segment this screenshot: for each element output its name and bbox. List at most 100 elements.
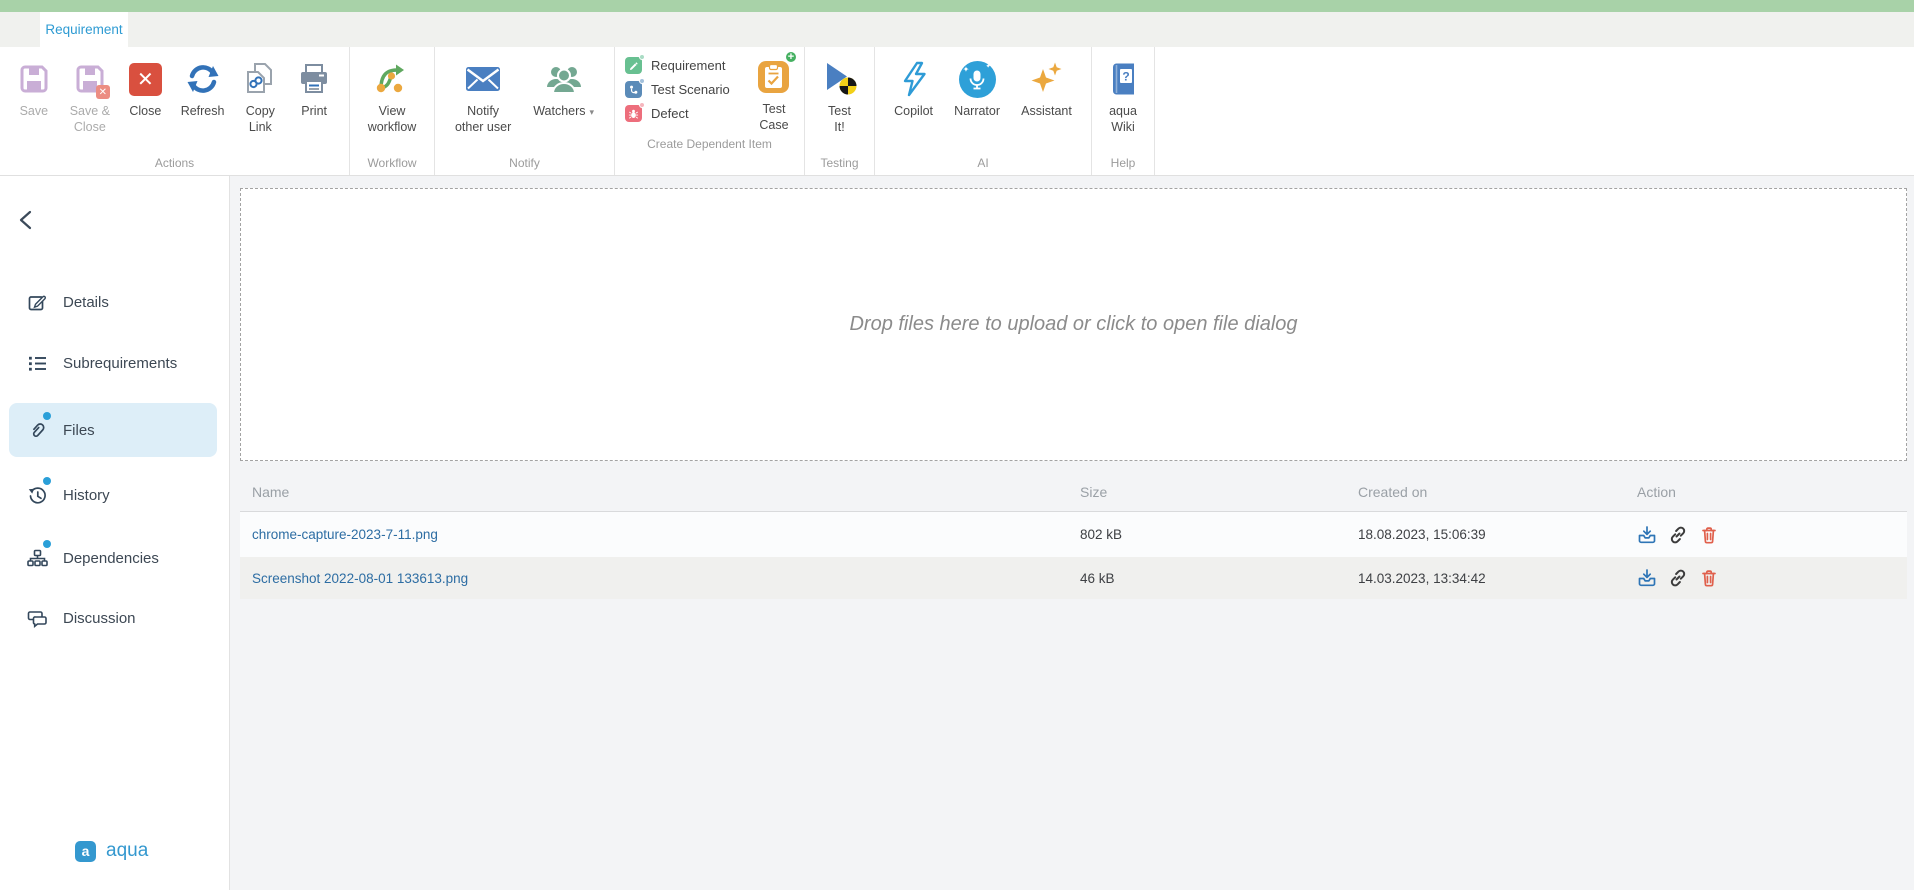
close-badge-icon: ✕ xyxy=(96,85,110,99)
notify-other-user-label: Notify other user xyxy=(455,104,511,135)
wiki-book-icon: ? xyxy=(1107,56,1139,102)
sidebar-item-files[interactable]: Files xyxy=(0,403,230,457)
aqua-logo-icon: a xyxy=(75,841,96,862)
ribbon-group-notify: Notify other user Watchers▾ Notify xyxy=(435,47,615,175)
file-size: 802 kB xyxy=(1080,527,1358,542)
sidebar-item-dependencies[interactable]: Dependencies xyxy=(0,531,230,585)
notification-dot xyxy=(43,412,51,420)
aqua-logo: a aqua xyxy=(75,840,148,862)
test-it-label: Test It! xyxy=(828,104,851,135)
watchers-icon xyxy=(543,56,585,102)
collapse-sidebar-button[interactable] xyxy=(16,208,42,234)
column-header-action: Action xyxy=(1637,484,1907,500)
copy-link-icon[interactable] xyxy=(1668,525,1688,545)
sidebar-item-details[interactable]: Details xyxy=(0,275,230,329)
ribbon-group-label-workflow: Workflow xyxy=(350,153,434,175)
test-scenario-icon xyxy=(625,81,642,98)
table-row: Screenshot 2022-08-01 133613.png 46 kB 1… xyxy=(240,557,1907,599)
column-header-size: Size xyxy=(1080,484,1358,500)
close-icon: ✕ xyxy=(129,56,162,102)
copy-link-label: Copy Link xyxy=(246,104,275,135)
save-and-close-icon: ✕ xyxy=(73,56,107,102)
test-it-button[interactable]: Test It! xyxy=(817,55,863,136)
file-created-on: 18.08.2023, 15:06:39 xyxy=(1358,527,1637,542)
aqua-logo-text: aqua xyxy=(106,840,148,862)
close-button[interactable]: ✕ Close xyxy=(127,55,164,121)
file-size: 46 kB xyxy=(1080,571,1358,586)
ribbon-group-workflow: View workflow Workflow xyxy=(350,47,435,175)
notification-dot xyxy=(43,477,51,485)
file-dropzone[interactable]: Drop files here to upload or click to op… xyxy=(240,188,1907,461)
save-button[interactable]: Save xyxy=(15,55,53,121)
copy-link-icon[interactable] xyxy=(1668,568,1688,588)
sparkles-icon xyxy=(1029,56,1065,102)
tab-bar: Requirement xyxy=(0,12,1914,47)
ribbon-group-testing: Test It! Testing xyxy=(805,47,875,175)
sidebar-item-label: Dependencies xyxy=(63,550,159,567)
refresh-button[interactable]: Refresh xyxy=(179,55,227,121)
create-test-scenario-button[interactable]: Test Scenario xyxy=(625,81,753,98)
sidebar: Details Subrequirements Files History xyxy=(0,176,230,890)
create-requirement-label: Requirement xyxy=(651,58,725,73)
file-link[interactable]: Screenshot 2022-08-01 133613.png xyxy=(252,571,1080,586)
sidebar-item-label: Files xyxy=(63,422,95,439)
sidebar-item-label: History xyxy=(63,487,110,504)
view-workflow-button[interactable]: View workflow xyxy=(366,55,419,136)
create-test-case-button[interactable]: + Test Case xyxy=(753,53,795,134)
aqua-wiki-button[interactable]: ? aqua Wiki xyxy=(1105,55,1141,136)
delete-icon[interactable] xyxy=(1699,525,1719,545)
download-icon[interactable] xyxy=(1637,568,1657,588)
copilot-label: Copilot xyxy=(894,104,933,120)
requirement-icon xyxy=(625,57,642,74)
sidebar-item-subrequirements[interactable]: Subrequirements xyxy=(0,336,230,390)
notify-other-user-button[interactable]: Notify other user xyxy=(453,55,513,136)
list-icon xyxy=(27,353,48,374)
print-icon xyxy=(296,56,332,102)
save-icon xyxy=(17,56,51,102)
save-label: Save xyxy=(20,104,49,120)
lightning-bolt-icon xyxy=(899,56,929,102)
org-chart-icon xyxy=(27,548,48,569)
app-window: Requirement Save ✕ Save & Close xyxy=(0,0,1914,890)
ribbon-group-actions: Save ✕ Save & Close ✕ Close xyxy=(0,47,350,175)
delete-icon[interactable] xyxy=(1699,568,1719,588)
print-button[interactable]: Print xyxy=(294,55,334,121)
files-table: Name Size Created on Action chrome-captu… xyxy=(240,461,1907,599)
dropzone-hint-text: Drop files here to upload or click to op… xyxy=(849,313,1297,336)
sidebar-item-history[interactable]: History xyxy=(0,468,230,522)
chevron-down-icon: ▾ xyxy=(590,107,595,117)
ribbon-group-label-help: Help xyxy=(1092,153,1154,175)
defect-icon xyxy=(625,105,642,122)
test-case-icon: + xyxy=(755,54,793,100)
copilot-button[interactable]: Copilot xyxy=(892,55,935,121)
ribbon-group-label-create-dependent-item: Create Dependent Item xyxy=(615,134,804,156)
download-icon[interactable] xyxy=(1637,525,1657,545)
narrator-button[interactable]: ✦✦ Narrator xyxy=(952,55,1002,121)
view-workflow-label: View workflow xyxy=(368,104,417,135)
create-defect-button[interactable]: Defect xyxy=(625,105,753,122)
sidebar-item-discussion[interactable]: Discussion xyxy=(0,591,230,645)
assistant-button[interactable]: Assistant xyxy=(1019,55,1074,121)
save-and-close-button[interactable]: ✕ Save & Close xyxy=(68,55,112,136)
tab-requirement[interactable]: Requirement xyxy=(40,12,128,47)
aqua-wiki-label: aqua Wiki xyxy=(1109,104,1137,135)
files-table-header: Name Size Created on Action xyxy=(240,461,1907,512)
notification-dot xyxy=(43,540,51,548)
file-link[interactable]: chrome-capture-2023-7-11.png xyxy=(252,527,1080,542)
test-scenario-badge-dot xyxy=(639,78,645,84)
copy-link-button[interactable]: Copy Link xyxy=(241,55,279,136)
column-header-name: Name xyxy=(252,484,1080,500)
create-requirement-button[interactable]: Requirement xyxy=(625,57,753,74)
create-test-scenario-label: Test Scenario xyxy=(651,82,730,97)
top-accent-bar xyxy=(0,0,1914,12)
ribbon-toolbar: Save ✕ Save & Close ✕ Close xyxy=(0,47,1914,176)
paperclip-icon xyxy=(27,420,48,441)
watchers-label: Watchers▾ xyxy=(533,104,594,120)
history-icon xyxy=(27,485,48,506)
edit-icon xyxy=(27,292,48,313)
ribbon-group-create-dependent-item: Requirement Test Scenario xyxy=(615,47,805,175)
watchers-button[interactable]: Watchers▾ xyxy=(531,55,596,121)
workflow-icon xyxy=(373,56,411,102)
refresh-icon xyxy=(185,56,221,102)
copy-link-icon xyxy=(243,56,277,102)
